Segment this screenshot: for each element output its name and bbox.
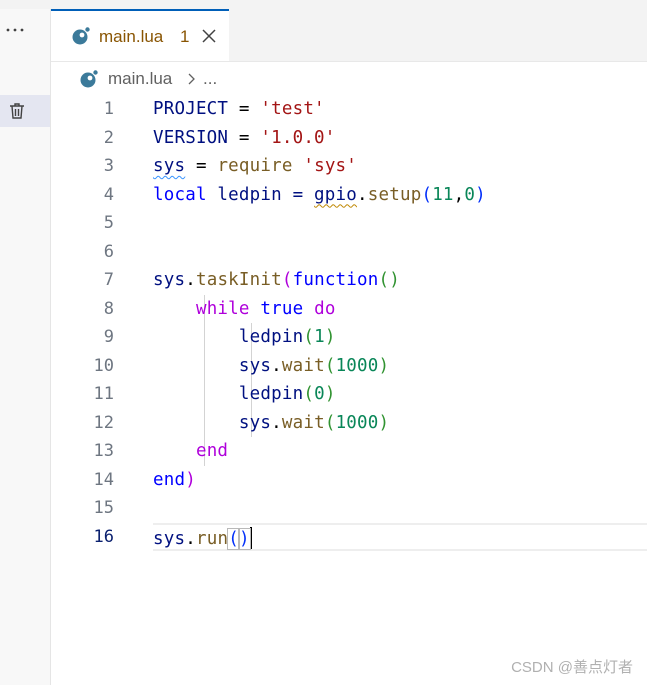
line-number: 9 (103, 327, 114, 347)
trash-icon (10, 103, 24, 119)
text-cursor (249, 526, 252, 549)
tab-main-lua[interactable]: main.lua 1 (51, 9, 229, 61)
code-line: 11 ledpin(0) (51, 380, 647, 409)
code-line: 12 sys.wait(1000) (51, 409, 647, 438)
line-number: 10 (93, 355, 114, 376)
warning-squiggle: gpio (314, 184, 357, 205)
code-line: 5 (51, 209, 647, 238)
code-line: 7 sys.taskInit(function() (51, 266, 647, 295)
line-number: 2 (103, 127, 114, 148)
side-panel (0, 9, 51, 685)
line-number: 8 (103, 298, 114, 319)
line-number: 1 (103, 99, 114, 119)
line-number: 15 (93, 498, 114, 518)
line-number: 6 (103, 241, 114, 262)
code-line: 3 sys = require 'sys' (51, 152, 647, 181)
lua-file-icon (72, 27, 90, 45)
code-line: 15 (51, 494, 647, 523)
code-line: 1 PROJECT = 'test' (51, 95, 647, 124)
line-number: 11 (93, 384, 114, 404)
code-line: 4 local ledpin = gpio.setup(11,0) (51, 181, 647, 210)
ellipsis-icon[interactable] (4, 22, 26, 44)
line-number: 5 (103, 213, 114, 233)
clear-button[interactable] (0, 95, 50, 127)
line-number: 3 (103, 156, 114, 176)
line-number: 16 (93, 526, 114, 547)
code-line: 13 end (51, 437, 647, 466)
line-number: 14 (93, 469, 114, 490)
breadcrumb-more[interactable]: ... (203, 69, 217, 89)
code-line: 2 VERSION = '1.0.0' (51, 124, 647, 153)
code-line: 10 sys.wait(1000) (51, 352, 647, 381)
problem-count-badge: 1 (180, 27, 190, 46)
code-line: 6 (51, 238, 647, 267)
line-number: 4 (103, 184, 114, 205)
lua-file-icon (80, 70, 98, 88)
code-line: 14 end) (51, 466, 647, 495)
line-number: 12 (93, 412, 114, 433)
code-line: 9 ledpin(1) (51, 323, 647, 352)
line-number: 7 (103, 270, 114, 290)
line-number: 13 (93, 441, 114, 461)
tab-title: main.lua (99, 27, 164, 46)
code-line-active[interactable]: 16 sys.run() (51, 523, 647, 552)
chevron-right-icon (188, 73, 195, 85)
editor-tab-bar: main.lua 1 (51, 9, 647, 62)
code-line: 8 while true do (51, 295, 647, 324)
code-editor[interactable]: 1 PROJECT = 'test' 2 VERSION = '1.0.0' 3… (51, 95, 647, 565)
close-icon[interactable] (200, 27, 218, 45)
watermark: CSDN @善点灯者 (511, 659, 633, 676)
breadcrumb-file[interactable]: main.lua (108, 69, 172, 89)
warning-squiggle: sys (153, 156, 186, 176)
